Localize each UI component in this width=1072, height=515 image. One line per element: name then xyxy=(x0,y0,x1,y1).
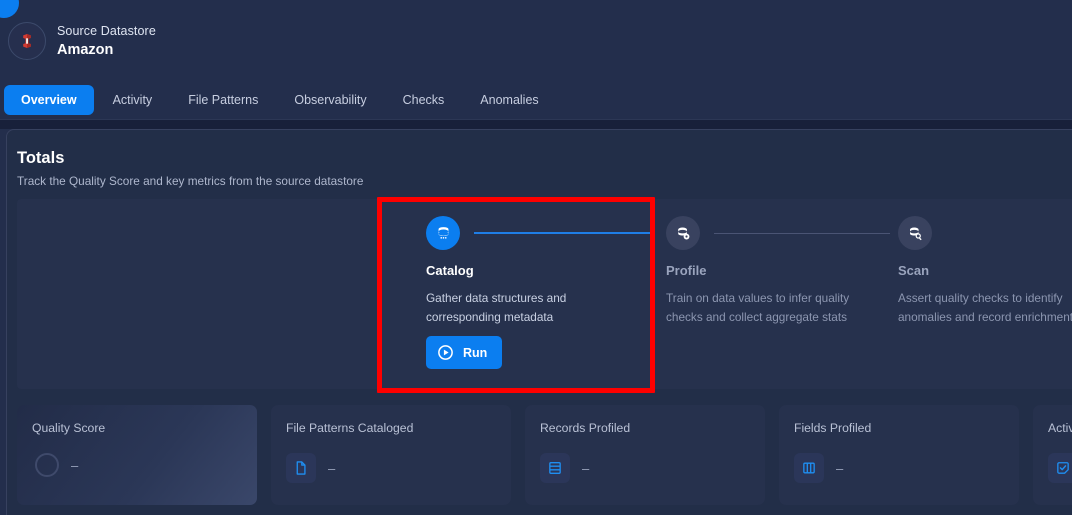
metric-title: Active xyxy=(1048,421,1072,435)
scan-description: Assert quality checks to identify anomal… xyxy=(898,291,1072,324)
tab-activity[interactable]: Activity xyxy=(96,85,170,115)
tab-observability[interactable]: Observability xyxy=(277,85,383,115)
tab-anomalies[interactable]: Anomalies xyxy=(463,85,555,115)
catalog-to-profile-connector xyxy=(474,232,650,234)
metric-card-fields-profiled[interactable]: Fields Profiled – xyxy=(779,405,1019,505)
metric-body: – xyxy=(794,453,843,483)
totals-title: Totals xyxy=(17,149,65,167)
catalog-run-label: Run xyxy=(463,345,488,360)
totals-subtitle: Track the Quality Score and key metrics … xyxy=(17,174,364,188)
metric-value: – xyxy=(582,460,590,476)
catalog-description: Gather data structures and corresponding… xyxy=(426,291,567,324)
metric-title: Records Profiled xyxy=(540,421,631,435)
header-gap-band xyxy=(0,120,1072,129)
play-circle-icon xyxy=(437,344,454,361)
check-square-icon xyxy=(1048,453,1072,483)
catalog-step[interactable]: Catalog Gather data structures and corre… xyxy=(426,199,658,389)
datastore-overview-page: Source Datastore Amazon Overview Activit… xyxy=(0,0,1072,515)
file-icon xyxy=(286,453,316,483)
profile-to-scan-connector xyxy=(714,232,890,234)
metric-value: – xyxy=(328,460,336,476)
database-search-icon xyxy=(898,216,932,250)
database-gear-icon xyxy=(666,216,700,250)
tab-checks[interactable]: Checks xyxy=(386,85,462,115)
tab-overview[interactable]: Overview xyxy=(4,85,94,115)
metric-body: – xyxy=(286,453,335,483)
profile-icon-row xyxy=(666,216,898,250)
profile-label: Profile xyxy=(666,263,707,278)
tab-bar: Overview Activity File Patterns Observab… xyxy=(4,85,556,115)
page-header: Source Datastore Amazon Overview Activit… xyxy=(0,0,1072,120)
metric-body: – xyxy=(540,453,589,483)
metric-card-quality-score[interactable]: Quality Score – xyxy=(17,405,257,505)
metric-card-row: Quality Score – File Patterns Cataloged … xyxy=(17,405,1072,505)
profile-description: Train on data values to infer quality ch… xyxy=(666,291,850,324)
metric-body: – xyxy=(1048,453,1072,483)
metric-title: Fields Profiled xyxy=(794,421,872,435)
datastore-text: Source Datastore Amazon xyxy=(57,24,156,59)
profile-step[interactable]: Profile Train on data values to infer qu… xyxy=(666,199,898,389)
catalog-icon-row xyxy=(426,216,658,250)
scan-label: Scan xyxy=(898,263,930,278)
amazon-datastore-icon xyxy=(8,22,46,60)
metric-card-records-profiled[interactable]: Records Profiled – xyxy=(525,405,765,505)
datastore-name: Amazon xyxy=(57,41,114,58)
metric-card-file-patterns-cataloged[interactable]: File Patterns Cataloged – xyxy=(271,405,511,505)
rows-icon xyxy=(540,453,570,483)
metric-value: – xyxy=(836,460,844,476)
catalog-run-button[interactable]: Run xyxy=(426,336,503,369)
catalog-label: Catalog xyxy=(426,263,474,278)
columns-icon xyxy=(794,453,824,483)
metric-title: File Patterns Cataloged xyxy=(286,421,414,435)
metric-value: – xyxy=(71,457,79,473)
pipeline-stepper: Catalog Gather data structures and corre… xyxy=(17,199,1072,389)
database-icon xyxy=(426,216,460,250)
metric-card-active[interactable]: Active – xyxy=(1033,405,1072,505)
totals-panel: Totals Track the Quality Score and key m… xyxy=(6,129,1072,515)
datastore-kicker: Source Datastore xyxy=(57,23,156,38)
metric-title: Quality Score xyxy=(32,421,106,435)
datastore-identity: Source Datastore Amazon xyxy=(8,22,156,60)
scan-step[interactable]: Scan Assert quality checks to identify a… xyxy=(898,199,1072,389)
tab-file-patterns[interactable]: File Patterns xyxy=(171,85,275,115)
scan-icon-row xyxy=(898,216,1072,250)
score-ring-icon xyxy=(35,453,59,477)
metric-body: – xyxy=(32,453,78,477)
